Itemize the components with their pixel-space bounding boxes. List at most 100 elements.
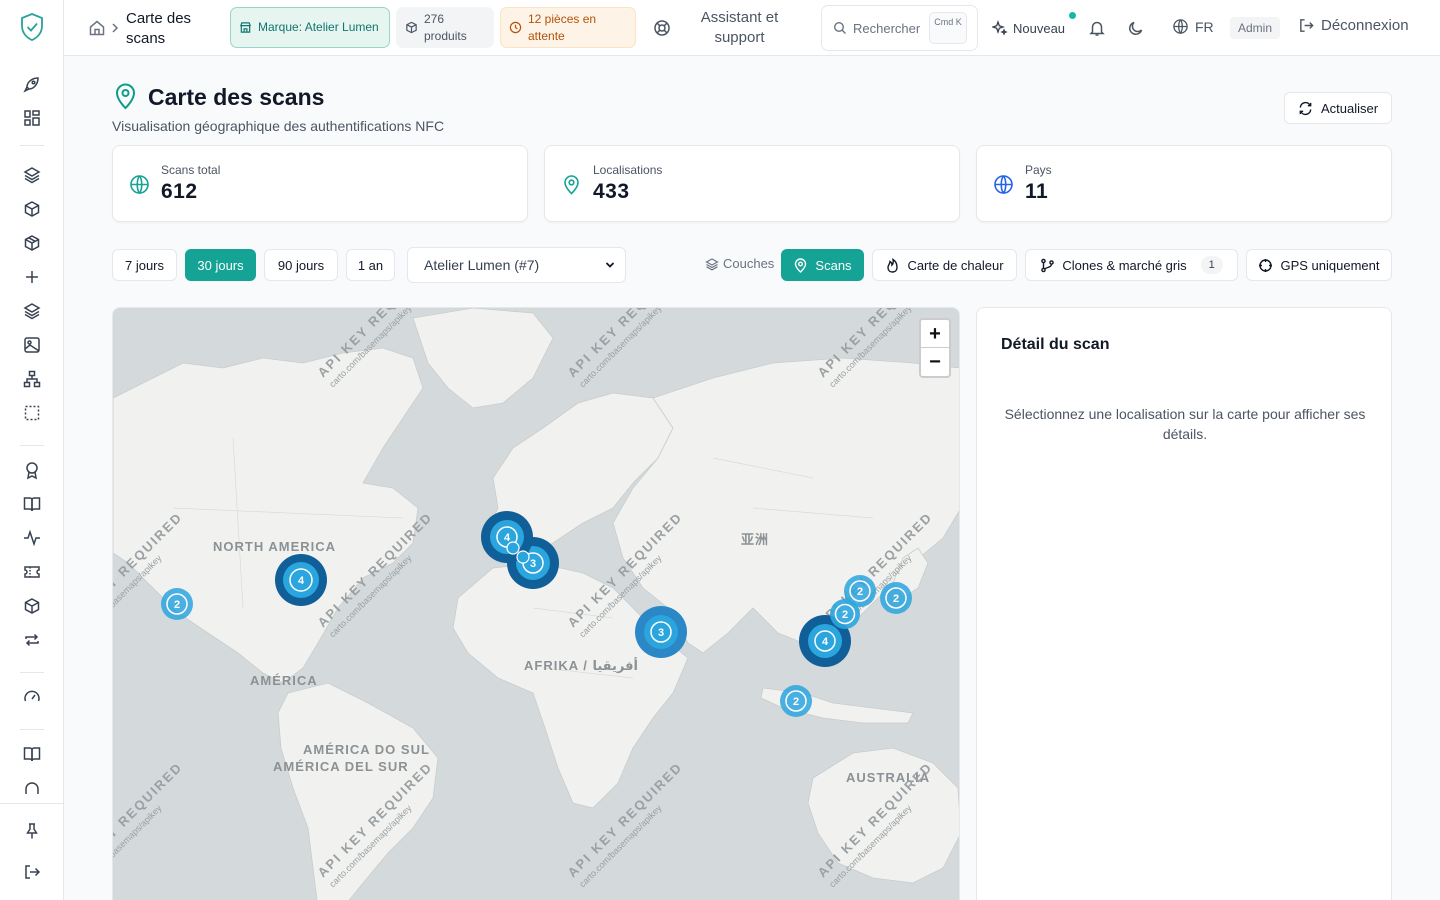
language-switcher[interactable]: FR bbox=[1172, 18, 1214, 35]
layers-label: Couches bbox=[705, 256, 774, 271]
headset-icon[interactable] bbox=[22, 778, 42, 798]
zoom-in-button[interactable]: + bbox=[921, 320, 949, 348]
repeat-icon[interactable] bbox=[22, 630, 42, 650]
brand-select[interactable]: Atelier Lumen (#7) bbox=[407, 247, 626, 283]
chevron-right-icon bbox=[112, 23, 119, 33]
products-pill[interactable]: 276 produits bbox=[396, 7, 494, 48]
image-icon[interactable] bbox=[22, 335, 42, 355]
period-1y-button[interactable]: 1 an bbox=[346, 249, 395, 281]
map-zoom-control: + − bbox=[919, 318, 951, 378]
stat-label: Localisations bbox=[593, 163, 663, 177]
stat-value: 612 bbox=[161, 180, 198, 203]
clock-icon bbox=[509, 21, 522, 34]
layer-heatmap-button[interactable]: Carte de chaleur bbox=[872, 249, 1017, 281]
ticket-icon[interactable] bbox=[22, 562, 42, 582]
sparkles-icon bbox=[992, 20, 1008, 36]
search-placeholder: Rechercher bbox=[853, 20, 921, 36]
label-america-do-sul: AMÉRICA DO SUL bbox=[303, 742, 430, 757]
cluster-count: 2 bbox=[174, 599, 180, 611]
page-title: Carte des scans bbox=[148, 84, 325, 110]
lifebuoy-icon[interactable] bbox=[653, 19, 671, 37]
award-icon[interactable] bbox=[22, 460, 42, 480]
package-icon[interactable] bbox=[22, 233, 42, 253]
layers-label-text: Couches bbox=[723, 256, 775, 271]
scan-map[interactable]: NORTH AMERICA AMÉRICA AMÉRICA DO SUL AMÉ… bbox=[112, 307, 960, 900]
search-field[interactable]: Rechercher Cmd K bbox=[821, 5, 978, 51]
cluster-indonesia[interactable]: 2 bbox=[780, 685, 812, 717]
north-america-landmass bbox=[113, 347, 424, 684]
map-pin-title-icon bbox=[115, 83, 136, 110]
stat-value: 433 bbox=[593, 180, 630, 203]
cluster-middle-east[interactable]: 3 bbox=[635, 606, 687, 658]
top-header: Carte des scans Marque: Atelier Lumen 27… bbox=[64, 0, 1440, 56]
brand-select-value: Atelier Lumen (#7) bbox=[424, 257, 540, 273]
activity-icon[interactable] bbox=[22, 528, 42, 548]
home-icon[interactable] bbox=[88, 19, 106, 37]
refresh-button[interactable]: Actualiser bbox=[1284, 92, 1392, 124]
chevron-down-icon bbox=[605, 262, 615, 268]
cluster-count: 2 bbox=[857, 586, 863, 598]
layer-scans-button[interactable]: Scans bbox=[781, 249, 864, 281]
south-america-landmass bbox=[277, 682, 439, 900]
cluster-south-china[interactable]: 2 bbox=[830, 599, 860, 629]
logout-label: Déconnexion bbox=[1321, 17, 1409, 34]
logout-button[interactable]: Déconnexion bbox=[1298, 17, 1409, 34]
scan-frame-icon[interactable] bbox=[22, 403, 42, 423]
refresh-label: Actualiser bbox=[1320, 100, 1379, 116]
scan-detail-empty-message: Sélectionnez une localisation sur la car… bbox=[1004, 406, 1366, 442]
package-check-icon[interactable] bbox=[22, 596, 42, 616]
layer-clones-button[interactable]: Clones & marché gris 1 bbox=[1025, 249, 1238, 281]
period-30d-button[interactable]: 30 jours bbox=[185, 249, 256, 281]
label-asia: 亚洲 bbox=[741, 532, 769, 547]
layer-gps-button[interactable]: GPS uniquement bbox=[1246, 249, 1392, 281]
whats-new-button[interactable]: Nouveau bbox=[992, 12, 1076, 38]
gauge-icon[interactable] bbox=[22, 687, 42, 707]
dashboard-grid-icon[interactable] bbox=[22, 108, 42, 128]
rocket-icon[interactable] bbox=[22, 74, 42, 94]
store-icon bbox=[240, 22, 251, 33]
refresh-icon bbox=[1299, 101, 1312, 115]
period-7d-button[interactable]: 7 jours bbox=[112, 249, 177, 281]
hierarchy-icon[interactable] bbox=[22, 369, 42, 389]
pending-pill-label: 12 pièces en attente bbox=[528, 11, 597, 43]
greenland-landmass bbox=[412, 308, 554, 409]
assistant-support-link[interactable]: Assistant et support bbox=[692, 8, 787, 48]
cluster-count: 2 bbox=[842, 609, 848, 621]
layer-scans-label: Scans bbox=[815, 257, 852, 273]
world-basemap: NORTH AMERICA AMÉRICA AMÉRICA DO SUL AMÉ… bbox=[113, 308, 959, 900]
zoom-out-button[interactable]: − bbox=[921, 348, 949, 376]
plus-icon[interactable] bbox=[22, 267, 42, 287]
book-open-icon[interactable] bbox=[22, 494, 42, 514]
sidebar-logout-icon[interactable] bbox=[22, 862, 42, 882]
cluster-japan[interactable]: 2 bbox=[880, 582, 912, 614]
crosshair-icon bbox=[1259, 258, 1273, 272]
box-icon[interactable] bbox=[22, 199, 42, 219]
moon-icon[interactable] bbox=[1127, 19, 1145, 37]
shield-check-logo-icon[interactable] bbox=[19, 12, 45, 42]
cluster-east-us[interactable]: 4 bbox=[275, 554, 327, 606]
cluster-count: 4 bbox=[298, 575, 305, 587]
stat-label: Pays bbox=[1025, 163, 1052, 177]
brand-pill[interactable]: Marque: Atelier Lumen bbox=[230, 7, 390, 48]
pin-icon[interactable] bbox=[22, 821, 42, 841]
cluster-west-us[interactable]: 2 bbox=[161, 588, 193, 620]
stack-icon[interactable] bbox=[22, 301, 42, 321]
git-branch-icon bbox=[1041, 258, 1055, 272]
stat-label: Scans total bbox=[161, 163, 221, 177]
period-90d-button[interactable]: 90 jours bbox=[264, 249, 338, 281]
cluster-west-europe[interactable]: 4 bbox=[481, 511, 533, 564]
scan-detail-panel: Détail du scan Sélectionnez une localisa… bbox=[976, 307, 1392, 900]
flame-icon bbox=[887, 257, 899, 273]
book-icon[interactable] bbox=[22, 744, 42, 764]
layers-icon bbox=[705, 257, 719, 270]
layers-icon[interactable] bbox=[22, 165, 42, 185]
label-africa: AFRIKA / أفريقيا bbox=[524, 657, 638, 673]
pending-pill[interactable]: 12 pièces en attente bbox=[500, 7, 636, 48]
globe-icon bbox=[994, 175, 1013, 195]
clones-count-badge: 1 bbox=[1200, 256, 1223, 274]
bell-icon[interactable] bbox=[1088, 19, 1106, 37]
breadcrumb-current: Carte des scans bbox=[126, 10, 192, 47]
role-badge: Admin bbox=[1230, 17, 1280, 39]
layer-gps-label: GPS uniquement bbox=[1280, 257, 1380, 273]
map-pin-icon bbox=[564, 175, 579, 195]
